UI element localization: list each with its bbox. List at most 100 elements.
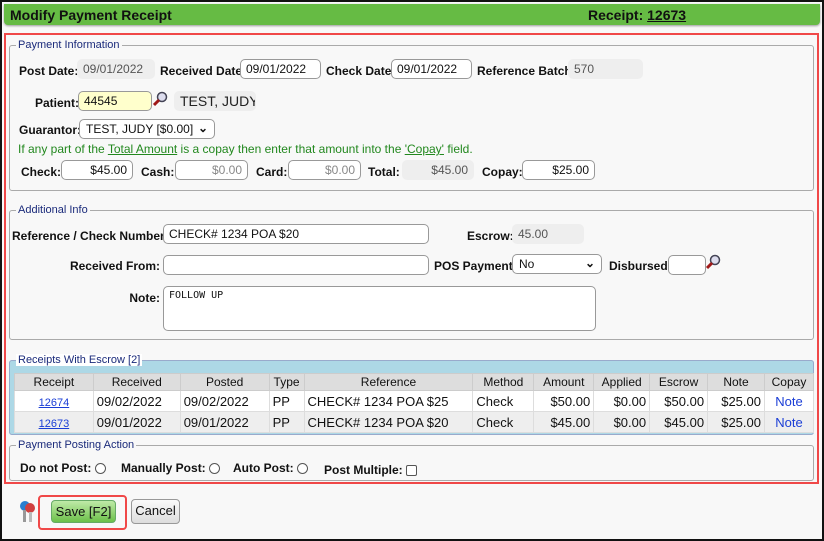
table-cell: CHECK# 1234 POA $20 [303,411,474,433]
copay-link[interactable]: 'Copay' [405,142,444,156]
patient-name: TEST, JUDY [174,91,256,111]
guarantor-select[interactable]: TEST, JUDY [$0.00] ⌄ [79,119,215,139]
card-amount-field[interactable]: $0.00 [288,160,361,180]
column-header: Method [472,373,535,391]
post-multiple-option[interactable]: Post Multiple: [324,463,418,477]
table-cell: Note [763,390,815,412]
escrow-label: Escrow: [467,229,514,243]
disbursed-field[interactable] [668,255,706,275]
column-header: Receipt [14,373,94,391]
chevron-down-icon: ⌄ [584,256,595,270]
table-cell: $45.00 [649,411,709,433]
reference-field[interactable]: CHECK# 1234 POA $20 [163,224,429,244]
do-not-post-option[interactable]: Do not Post: [20,461,106,475]
receipt-header: Receipt: 12673 [588,7,687,23]
column-header: Posted [179,373,270,391]
cash-label: Cash: [141,165,175,179]
total-amount-link[interactable]: Total Amount [108,142,177,156]
check-amount-field[interactable]: $45.00 [61,160,133,180]
received-date-field[interactable]: 09/01/2022 [240,59,321,79]
column-header: Note [707,373,765,391]
table-cell: CHECK# 1234 POA $25 [303,390,474,412]
table-cell: 09/01/2022 [179,411,270,433]
table-cell: 09/02/2022 [92,390,181,412]
patient-search-icon[interactable] [152,91,168,107]
note-label: Note: [129,291,160,305]
manually-post-radio[interactable] [209,463,221,475]
section-legend: Receipts With Escrow [2] [16,354,143,366]
window: Modify Payment Receipt Receipt: 12673 Pa… [0,0,824,541]
save-button[interactable]: Save [F2] [51,500,116,523]
table-cell: $0.00 [593,390,651,412]
cash-amount-field[interactable]: $0.00 [175,160,248,180]
keys-icon [20,501,35,522]
received-from-field[interactable] [163,255,429,275]
table-cell: $0.00 [593,411,651,433]
reference-batch-field: 570 [568,59,643,79]
post-date-label: Post Date: [19,64,79,78]
table-cell: PP [268,411,305,433]
table-cell: 09/01/2022 [92,411,181,433]
post-date-field: 09/01/2022 [77,59,155,79]
pos-payment-label: POS Payment: [434,259,517,273]
table-cell: $25.00 [707,411,765,433]
receipt-link[interactable]: 12673 [39,418,70,430]
copay-hint: If any part of the Total Amount is a cop… [18,142,473,156]
page-title: Modify Payment Receipt [10,7,172,23]
auto-post-option[interactable]: Auto Post: [233,461,308,475]
manually-post-option[interactable]: Manually Post: [121,461,221,475]
column-header: Received [92,373,181,391]
pos-payment-select[interactable]: No ⌄ [512,254,602,274]
table-cell: Note [763,411,815,433]
reference-batch-label: Reference Batch: [477,64,576,78]
title-bar: Modify Payment Receipt Receipt: 12673 [4,4,820,25]
table-cell: 12674 [14,390,94,412]
total-amount-field: $45.00 [402,160,474,180]
table-cell: PP [268,390,305,412]
chevron-down-icon: ⌄ [197,121,208,135]
table-cell: Check [472,390,535,412]
table-row: 12673 09/01/2022 09/01/2022 PP CHECK# 1234 P… [14,411,815,433]
check-date-field[interactable]: 09/01/2022 [391,59,472,79]
table-cell: $45.00 [533,411,595,433]
note-link[interactable]: Note [775,415,802,430]
copay-amount-field[interactable]: $25.00 [522,160,595,180]
total-label: Total: [368,165,400,179]
table-header-row: Receipt Received Posted Type Reference Method… [14,373,815,391]
table-cell: $50.00 [649,390,709,412]
patient-field[interactable]: 44545 [78,91,152,111]
receipt-link[interactable]: 12674 [39,397,70,409]
reference-label: Reference / Check Number: [12,229,169,243]
table-row: 12674 09/02/2022 09/02/2022 PP CHECK# 1234 P… [14,390,815,412]
receipt-number-link[interactable]: 12673 [647,7,686,23]
auto-post-radio[interactable] [297,463,308,475]
patient-label: Patient: [35,96,80,110]
post-multiple-checkbox[interactable] [406,465,418,477]
section-legend: Payment Information [18,39,120,51]
table-cell: 12673 [14,411,94,433]
guarantor-label: Guarantor: [19,123,82,137]
received-date-label: Received Date: [160,64,247,78]
disbursed-label: Disbursed: [609,259,672,273]
section-legend: Payment Posting Action [18,439,135,451]
section-legend: Additional Info [18,204,88,216]
card-label: Card: [256,165,288,179]
column-header: Applied [593,373,651,391]
column-header: Type [268,373,305,391]
column-header: Reference [303,373,474,391]
disbursed-search-icon[interactable] [705,254,721,270]
received-from-label: Received From: [69,259,160,273]
column-header: Copay [763,373,815,391]
column-header: Escrow [649,373,709,391]
table-cell: $50.00 [533,390,595,412]
column-header: Amount [533,373,595,391]
escrow-field: 45.00 [512,224,584,244]
copay-label: Copay: [482,165,523,179]
table-cell: 09/02/2022 [179,390,270,412]
cancel-button[interactable]: Cancel [131,499,180,524]
do-not-post-radio[interactable] [94,463,106,475]
note-textarea[interactable]: FOLLOW UP [163,286,596,331]
table-cell: Check [472,411,535,433]
note-link[interactable]: Note [775,394,802,409]
receipts-table: Receipt Received Posted Type Reference Method… [14,373,815,433]
